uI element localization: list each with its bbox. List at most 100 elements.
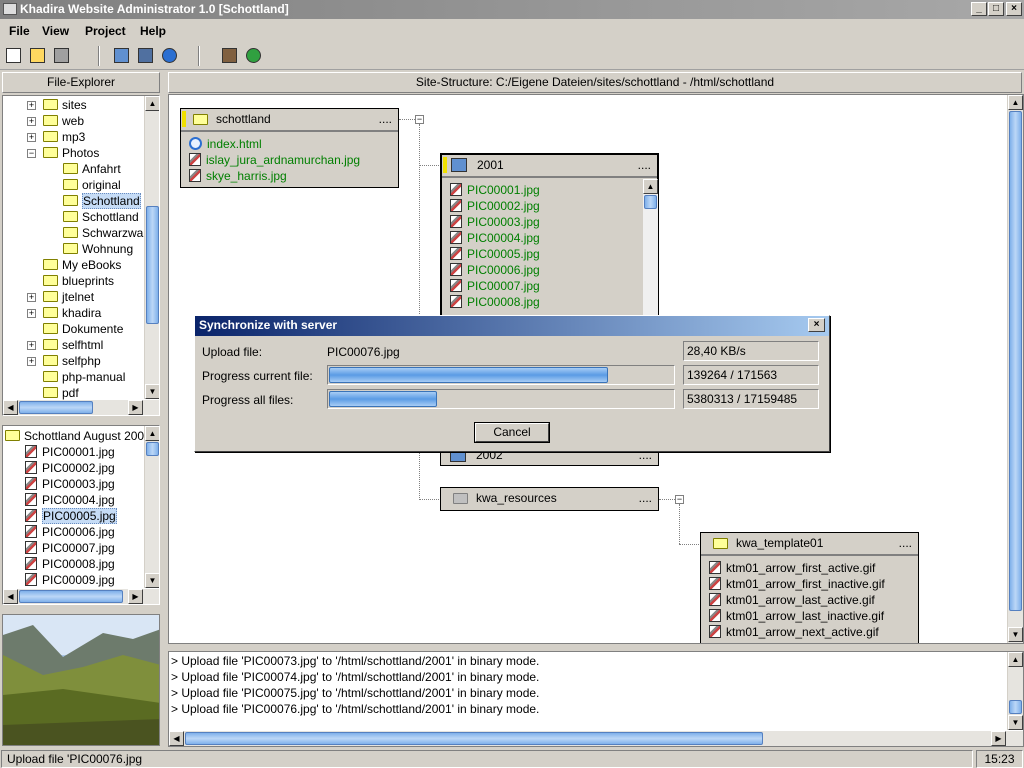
tree-item[interactable]: Schwarzwa: [63, 225, 143, 241]
node-file-item[interactable]: ktm01_arrow_first_active.gif: [709, 560, 875, 576]
scroll-up-button[interactable]: ▲: [1008, 95, 1023, 110]
node-header[interactable]: schottland ....: [181, 109, 398, 131]
new-file-button[interactable]: [4, 46, 24, 66]
node-file-item[interactable]: PIC00003.jpg: [450, 214, 540, 230]
expand-toggle[interactable]: +: [27, 293, 36, 302]
node-menu-button[interactable]: ....: [638, 155, 651, 175]
list-item[interactable]: PIC00005.jpg: [25, 508, 117, 524]
scroll-left-button[interactable]: ◀: [3, 400, 18, 415]
list-item[interactable]: PIC00009.jpg: [25, 572, 115, 588]
node-file-item[interactable]: ktm01_arrow_first_inactive.gif: [709, 576, 885, 592]
tree-item[interactable]: web: [43, 113, 84, 129]
folder-file-list[interactable]: Schottland August 200 PIC00001.jpg PIC000…: [2, 425, 160, 605]
scroll-right-button[interactable]: ▶: [128, 400, 143, 415]
menu-project[interactable]: Project: [85, 24, 126, 38]
scroll-right-button[interactable]: ▶: [991, 731, 1006, 746]
tree-item[interactable]: khadira: [43, 305, 101, 321]
list-item[interactable]: PIC00006.jpg: [25, 524, 115, 540]
canvas-vertical-scrollbar[interactable]: ▲ ▼: [1007, 95, 1023, 643]
tree-item[interactable]: selfhtml: [43, 337, 103, 353]
log-panel[interactable]: > Upload file 'PIC00073.jpg' to '/html/s…: [168, 651, 1024, 747]
tree-item[interactable]: Dokumente: [43, 321, 123, 337]
tree-item[interactable]: selfphp: [43, 353, 101, 369]
menu-file[interactable]: File: [9, 24, 30, 38]
node-file-item[interactable]: PIC00004.jpg: [450, 230, 540, 246]
node-file-item[interactable]: islay_jura_ardnamurchan.jpg: [189, 152, 360, 168]
open-button[interactable]: [28, 46, 48, 66]
minimize-button[interactable]: _: [971, 2, 987, 16]
list-item[interactable]: PIC00008.jpg: [25, 556, 115, 572]
list-item[interactable]: PIC00001.jpg: [25, 444, 115, 460]
scroll-thumb[interactable]: [19, 401, 93, 414]
expand-toggle[interactable]: +: [27, 117, 36, 126]
node-kwa-resources[interactable]: kwa_resources ....: [440, 487, 659, 511]
menu-view[interactable]: View: [42, 24, 69, 38]
tree-item[interactable]: jtelnet: [43, 289, 94, 305]
node-menu-button[interactable]: ....: [639, 488, 652, 508]
scroll-thumb[interactable]: [1009, 700, 1022, 714]
tree-item[interactable]: My eBooks: [43, 257, 121, 273]
tree-vertical-scrollbar[interactable]: ▲ ▼: [144, 96, 159, 399]
node-file-item[interactable]: ktm01_arrow_last_active.gif: [709, 592, 875, 608]
node-file-item[interactable]: PIC00002.jpg: [450, 198, 540, 214]
scroll-down-button[interactable]: ▼: [145, 573, 159, 588]
scroll-up-button[interactable]: ▲: [1008, 652, 1023, 667]
scroll-left-button[interactable]: ◀: [3, 589, 18, 604]
scroll-up-button[interactable]: ▲: [145, 96, 159, 111]
node-menu-button[interactable]: ....: [899, 533, 912, 553]
scroll-up-button[interactable]: ▲: [145, 426, 159, 441]
node-file-item[interactable]: PIC00001.jpg: [450, 182, 540, 198]
tree-item[interactable]: Photos: [43, 145, 99, 161]
scroll-thumb[interactable]: [644, 195, 657, 209]
collapse-toggle[interactable]: −: [675, 495, 684, 504]
log-vertical-scrollbar[interactable]: ▲ ▼: [1007, 652, 1023, 730]
expand-toggle[interactable]: +: [27, 341, 36, 350]
node-2001[interactable]: 2001 .... PIC00001.jpg PIC00002.jpg PIC000…: [440, 153, 659, 323]
node-kwa-template01[interactable]: kwa_template01 .... ktm01_arrow_first_ac…: [700, 532, 919, 643]
list-item[interactable]: PIC00003.jpg: [25, 476, 115, 492]
log-horizontal-scrollbar[interactable]: ◀ ▶: [169, 731, 1023, 746]
list-item[interactable]: PIC00007.jpg: [25, 540, 115, 556]
scroll-left-button[interactable]: ◀: [169, 731, 184, 746]
tree-item[interactable]: Wohnung: [63, 241, 133, 257]
close-button[interactable]: ×: [1006, 2, 1022, 16]
expand-toggle[interactable]: +: [27, 357, 36, 366]
node-file-item[interactable]: skye_harris.jpg: [189, 168, 287, 184]
collapse-toggle[interactable]: −: [415, 115, 424, 124]
scroll-down-button[interactable]: ▼: [1008, 627, 1023, 642]
node-scrollbar[interactable]: ▲: [642, 179, 658, 319]
file-list-vertical-scrollbar[interactable]: ▲ ▼: [144, 426, 159, 588]
scroll-thumb[interactable]: [146, 206, 159, 324]
tree-item[interactable]: Anfahrt: [63, 161, 121, 177]
tree-item[interactable]: original: [63, 177, 121, 193]
scroll-down-button[interactable]: ▼: [145, 384, 159, 399]
expand-toggle[interactable]: +: [27, 133, 36, 142]
list-item[interactable]: PIC00004.jpg: [25, 492, 115, 508]
node-header[interactable]: kwa_resources ....: [441, 488, 658, 510]
dialog-close-button[interactable]: ×: [808, 318, 825, 332]
node-menu-button[interactable]: ....: [379, 109, 392, 129]
sync-button[interactable]: [112, 46, 132, 66]
scroll-thumb[interactable]: [19, 590, 123, 603]
tree-item[interactable]: Schottland: [63, 193, 141, 209]
maximize-button[interactable]: □: [988, 2, 1004, 16]
folder-tree[interactable]: sites + web + mp3 + Photos − Anfahrt original Scho…: [2, 95, 160, 416]
file-list-horizontal-scrollbar[interactable]: ◀ ▶: [3, 589, 159, 604]
node-file-item[interactable]: ktm01_arrow_last_inactive.gif: [709, 608, 884, 624]
book-button[interactable]: [220, 46, 240, 66]
cancel-button[interactable]: Cancel: [474, 422, 550, 443]
tree-item[interactable]: pdf: [43, 385, 79, 401]
tree-item[interactable]: Schottland: [63, 209, 139, 225]
tree-item[interactable]: php-manual: [43, 369, 125, 385]
node-file-item[interactable]: PIC00007.jpg: [450, 278, 540, 294]
tree-horizontal-scrollbar[interactable]: ◀ ▶: [3, 400, 159, 415]
globe-button[interactable]: [244, 46, 264, 66]
tree-item[interactable]: mp3: [43, 129, 85, 145]
expand-toggle[interactable]: +: [27, 101, 36, 110]
node-file-item[interactable]: PIC00008.jpg: [450, 294, 540, 310]
scroll-up-button[interactable]: ▲: [643, 179, 658, 194]
collapse-toggle[interactable]: −: [27, 149, 36, 158]
node-schottland[interactable]: schottland .... index.html islay_jura_ard…: [180, 108, 399, 188]
scroll-thumb[interactable]: [185, 732, 763, 745]
node-header[interactable]: kwa_template01 ....: [701, 533, 918, 555]
